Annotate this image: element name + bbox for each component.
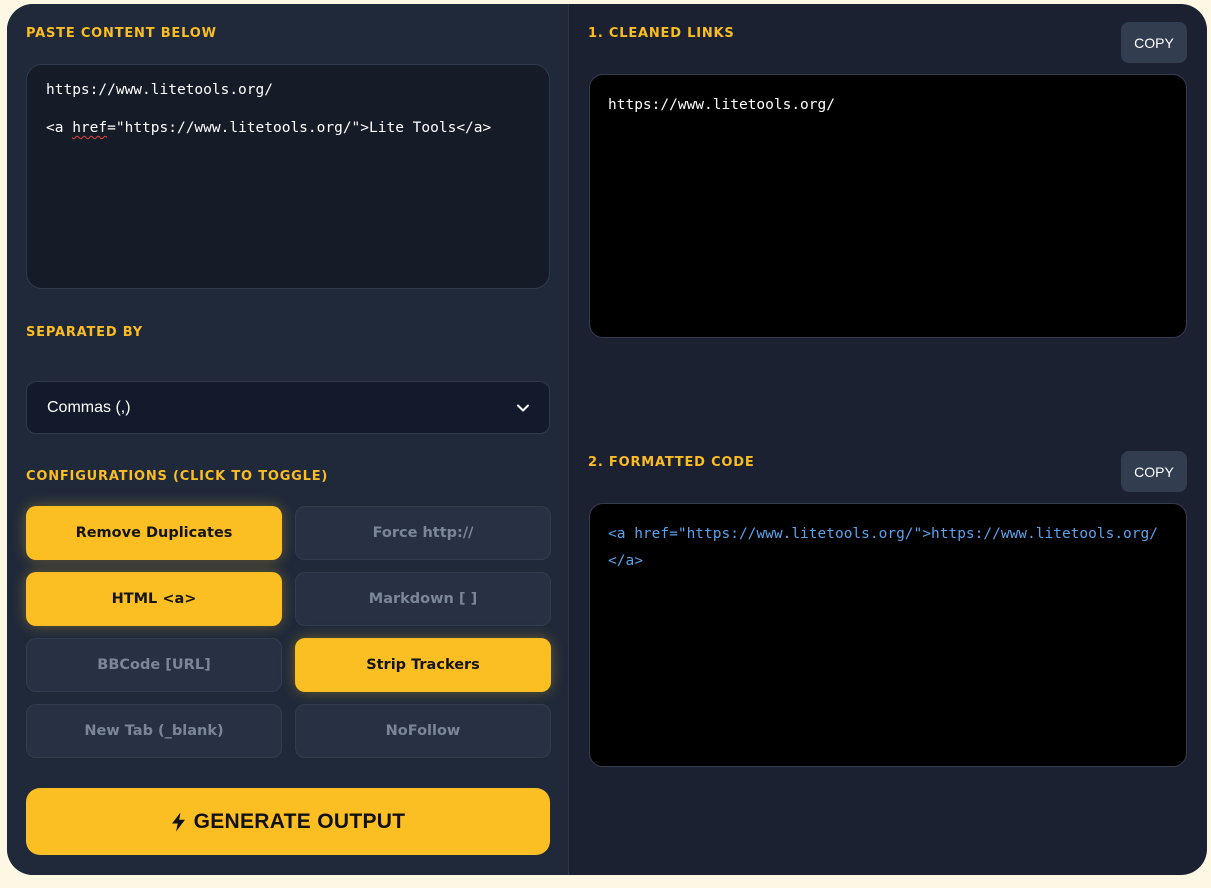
input-line-2-part-3: ="https://www.litetools.org/">Lite Tools… [107, 120, 492, 136]
input-label: PASTE CONTENT BELOW [26, 26, 217, 41]
link-cleaner-app: PASTE CONTENT BELOW https://www.litetool… [7, 4, 1207, 875]
toggle-new-tab[interactable]: New Tab (_blank) [26, 704, 282, 758]
toggle-nofollow[interactable]: NoFollow [295, 704, 551, 758]
separator-label: SEPARATED BY [26, 325, 143, 340]
formatted-code-label: 2. FORMATTED CODE [588, 455, 755, 470]
copy-cleaned-links-button[interactable]: COPY [1121, 22, 1187, 63]
toggle-markdown[interactable]: Markdown [ ] [295, 572, 551, 626]
cleaned-links-output[interactable]: https://www.litetools.org/ [589, 74, 1187, 338]
copy-formatted-code-button[interactable]: COPY [1121, 451, 1187, 492]
separator-selected-value: Commas (,) [47, 398, 131, 416]
output-panel: 1. CLEANED LINKS COPY https://www.liteto… [570, 4, 1207, 875]
configurations-label: CONFIGURATIONS (CLICK TO TOGGLE) [26, 469, 329, 484]
separator-select[interactable]: Commas (,) [26, 381, 550, 434]
input-panel: PASTE CONTENT BELOW https://www.litetool… [7, 4, 569, 875]
cleaned-links-label: 1. CLEANED LINKS [588, 26, 735, 41]
toggle-html-anchor[interactable]: HTML <a> [26, 572, 282, 626]
input-line-2-part-1: <a [46, 120, 73, 136]
generate-output-button[interactable]: GENERATE OUTPUT [26, 788, 550, 855]
chevron-down-icon [517, 404, 529, 412]
generate-label: GENERATE OUTPUT [193, 809, 406, 833]
lightning-bolt-icon [171, 812, 186, 832]
content-input[interactable]: https://www.litetools.org/ <a href="http… [26, 64, 550, 289]
toggle-remove-duplicates[interactable]: Remove Duplicates [26, 506, 282, 560]
toggle-strip-trackers[interactable]: Strip Trackers [295, 638, 551, 692]
input-line-2: <a href="https://www.litetools.org/">Lit… [46, 119, 530, 138]
toggle-force-http[interactable]: Force http:// [295, 506, 551, 560]
spellcheck-word: href [72, 120, 108, 136]
input-line-1: https://www.litetools.org/ [46, 82, 273, 98]
toggle-bbcode[interactable]: BBCode [URL] [26, 638, 282, 692]
formatted-code-output[interactable]: <a href="https://www.litetools.org/">htt… [589, 503, 1187, 767]
